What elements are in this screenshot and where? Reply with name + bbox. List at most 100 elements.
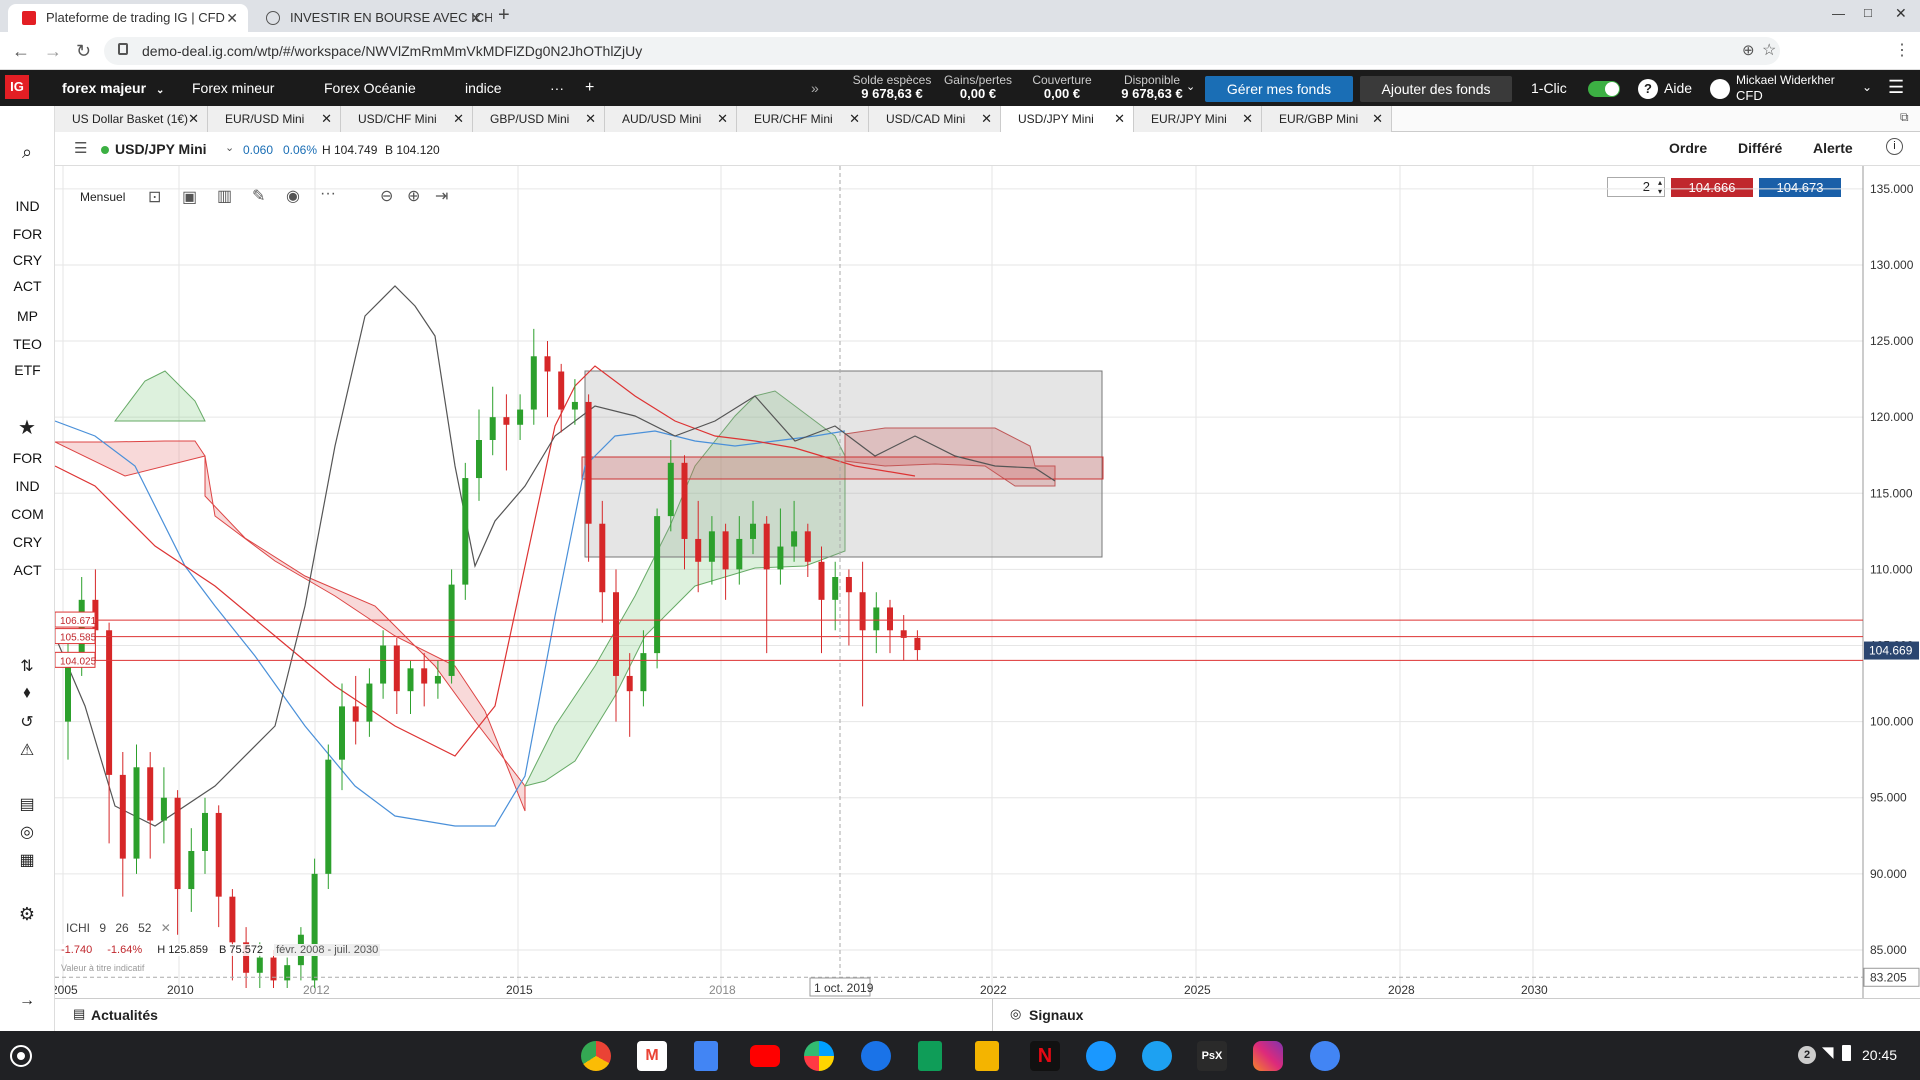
order-button[interactable]: Ordre (1669, 140, 1707, 156)
close-tab-icon[interactable]: ✕ (981, 106, 992, 132)
chrome-app-icon[interactable] (581, 1041, 611, 1071)
market-tab[interactable]: EUR/USD Mini ✕ (208, 106, 341, 132)
close-icon[interactable]: ✕ (226, 4, 238, 32)
slides-app-icon[interactable] (975, 1041, 999, 1071)
gear-icon[interactable]: ⚙ (15, 904, 39, 924)
market-tab[interactable]: US Dollar Basket (1€) ✕ (55, 106, 208, 132)
close-tab-icon[interactable]: ✕ (1114, 106, 1125, 132)
info-icon[interactable]: i (1886, 138, 1903, 155)
deferred-button[interactable]: Différé (1738, 140, 1782, 156)
chevron-down-icon[interactable]: ⌄ (1862, 80, 1872, 94)
bookmark-star-icon[interactable]: ☆ (1762, 40, 1776, 60)
history-icon[interactable]: ↺ (15, 712, 39, 732)
close-tab-icon[interactable]: ✕ (321, 106, 332, 132)
sidebar-item-cry[interactable]: CRY (0, 252, 55, 268)
sidebar-item-ind[interactable]: IND (0, 198, 55, 214)
calendar-icon[interactable]: ▦ (15, 850, 39, 870)
market-tab[interactable]: USD/CAD Mini ✕ (869, 106, 1001, 132)
nav-forex-majeur[interactable]: forex majeur ⌄ (62, 70, 164, 106)
news-icon[interactable]: ▤ (15, 794, 39, 814)
prime-video-app-icon[interactable] (1086, 1041, 1116, 1071)
expand-arrow-icon[interactable]: → (15, 992, 39, 1012)
sidebar-fav-ind[interactable]: IND (0, 478, 55, 494)
market-tab[interactable]: AUD/USD Mini ✕ (605, 106, 737, 132)
menu-icon[interactable]: ☰ (1888, 77, 1904, 98)
alert-button[interactable]: Alerte (1813, 140, 1853, 156)
sidebar-item-etf[interactable]: ETF (0, 362, 55, 378)
add-tab-icon[interactable]: + (585, 70, 594, 106)
instagram-app-icon[interactable] (1253, 1041, 1283, 1071)
sidebar-fav-act[interactable]: ACT (0, 562, 55, 578)
star-icon[interactable]: ★ (15, 415, 39, 439)
sidebar-item-for[interactable]: FOR (0, 226, 55, 242)
files-app-icon[interactable] (1310, 1041, 1340, 1071)
more-icon[interactable]: ··· (550, 70, 564, 106)
search-icon[interactable]: ⌕ (15, 142, 39, 162)
sidebar-item-mp[interactable]: MP (0, 308, 55, 324)
url-field[interactable]: demo-deal.ig.com/wtp/#/workspace/NWVlZmR… (104, 37, 1780, 65)
one-click-toggle[interactable] (1588, 81, 1620, 97)
market-tab[interactable]: EUR/GBP Mini ✕ (1262, 106, 1392, 132)
chevron-down-icon[interactable]: ⌄ (1186, 80, 1195, 93)
sidebar-fav-com[interactable]: COM (0, 506, 55, 522)
reload-icon[interactable]: ↻ (76, 41, 91, 61)
twitter-app-icon[interactable] (1142, 1041, 1172, 1071)
sidebar-fav-for[interactable]: FOR (0, 450, 55, 466)
forward-arrow-icon[interactable]: → (44, 41, 62, 61)
ig-logo[interactable]: IG (5, 75, 29, 99)
add-funds-button[interactable]: Ajouter des fonds (1360, 76, 1512, 102)
close-tab-icon[interactable]: ✕ (717, 106, 728, 132)
close-tab-icon[interactable]: ✕ (1242, 106, 1253, 132)
market-tab[interactable]: USD/JPY Mini ✕ (1001, 106, 1134, 132)
price-chart[interactable]: 135.000 130.000 125.000 120.000 115.000 110.0… (55, 166, 1920, 998)
user-info[interactable]: Mickael Widerkher CFD (1736, 73, 1835, 103)
battery-icon[interactable] (1842, 1045, 1851, 1061)
market-tab[interactable]: USD/CHF Mini ✕ (341, 106, 473, 132)
sidebar-item-act[interactable]: ACT (0, 278, 55, 294)
menu-icon[interactable]: ☰ (74, 139, 87, 157)
back-arrow-icon[interactable]: ← (12, 41, 30, 61)
close-tab-icon[interactable]: ✕ (453, 106, 464, 132)
close-tab-icon[interactable]: ✕ (585, 106, 596, 132)
collapse-icon[interactable]: » (811, 70, 819, 106)
psx-app-icon[interactable]: PsX (1197, 1041, 1227, 1071)
close-tab-icon[interactable]: ✕ (849, 106, 860, 132)
url-text[interactable]: demo-deal.ig.com/wtp/#/workspace/NWVlZmR… (142, 37, 642, 65)
close-tab-icon[interactable]: ✕ (1372, 106, 1383, 132)
messages-app-icon[interactable] (861, 1041, 891, 1071)
manage-funds-button[interactable]: Gérer mes fonds (1205, 76, 1353, 102)
help-label[interactable]: Aide (1664, 70, 1692, 106)
gmail-app-icon[interactable]: M (637, 1041, 667, 1071)
zoom-icon[interactable]: ⊕ (1742, 41, 1755, 59)
nav-indice[interactable]: indice (465, 70, 502, 106)
window-minimize-button[interactable]: — (1832, 6, 1845, 21)
notification-badge[interactable]: 2 (1798, 1046, 1816, 1064)
nav-forex-oceanie[interactable]: Forex Océanie (324, 70, 416, 106)
window-maximize-button[interactable]: □ (1864, 5, 1872, 20)
play-store-app-icon[interactable] (804, 1041, 834, 1071)
netflix-app-icon[interactable]: N (1030, 1041, 1060, 1071)
nav-forex-mineur[interactable]: Forex mineur (192, 70, 274, 106)
window-close-button[interactable]: ✕ (1895, 5, 1907, 22)
youtube-app-icon[interactable] (750, 1045, 780, 1067)
news-tab[interactable]: Actualités (91, 1007, 158, 1023)
market-tab[interactable]: EUR/JPY Mini ✕ (1134, 106, 1262, 132)
clock[interactable]: 20:45 (1862, 1047, 1897, 1063)
transfer-arrows-icon[interactable]: ⇅ (15, 656, 39, 676)
sheets-app-icon[interactable] (918, 1041, 942, 1071)
close-tab-icon[interactable]: ✕ (188, 106, 199, 132)
sidebar-fav-cry[interactable]: CRY (0, 534, 55, 550)
docs-app-icon[interactable] (694, 1041, 718, 1071)
chevron-down-icon[interactable]: ⌄ (225, 141, 234, 154)
tag-icon[interactable]: ⬧ (15, 684, 39, 704)
warning-icon[interactable]: ⚠ (15, 740, 39, 760)
signals-tab[interactable]: Signaux (1029, 1007, 1083, 1023)
browser-tab-ichimoku[interactable]: INVESTIR EN BOURSE AVEC ICH ✕ (252, 4, 492, 32)
wifi-icon[interactable]: ◥ (1822, 1043, 1834, 1061)
close-icon[interactable]: ✕ (470, 4, 482, 32)
signals-icon[interactable]: ◎ (15, 822, 39, 842)
launcher-icon[interactable] (10, 1045, 32, 1067)
browser-menu-icon[interactable]: ⋮ (1894, 41, 1910, 61)
close-indicator-icon[interactable]: ✕ (161, 921, 171, 935)
market-tab[interactable]: EUR/CHF Mini ✕ (737, 106, 869, 132)
